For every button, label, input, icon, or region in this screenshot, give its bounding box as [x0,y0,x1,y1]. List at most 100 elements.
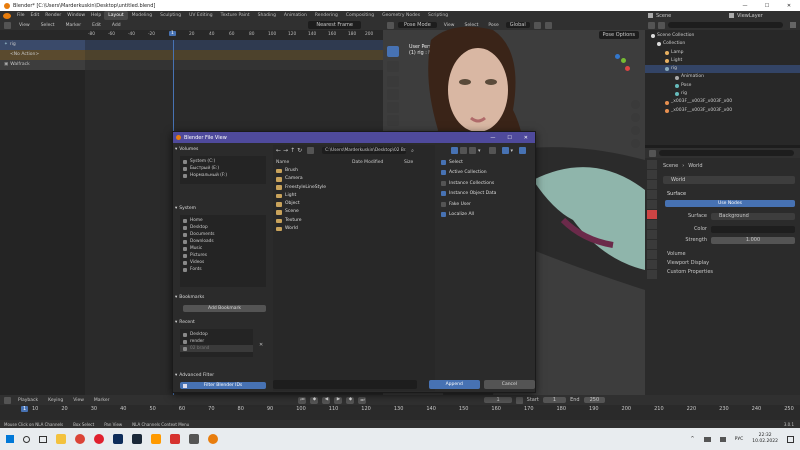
parent-dir-icon[interactable]: ↑ [290,147,295,154]
path-field[interactable]: C:\Users\Marderkuskin\Desktop\02 Bra... [322,147,407,154]
dialog-maximize-button[interactable]: ☐ [507,135,511,141]
volume-item[interactable]: Быстрый (E:) [180,165,266,172]
filename-input[interactable] [273,380,417,389]
menu-render[interactable]: Render [42,11,64,20]
outliner-item-pose[interactable]: Pose [645,82,800,90]
column-size[interactable]: Size [404,160,413,165]
editor-type-icon[interactable] [4,21,11,29]
timeline-menu-keying[interactable]: Keying [45,396,66,405]
outliner-item-mesh[interactable]: _x003F__x003F_x003F_x00 [645,98,800,106]
current-frame-field[interactable]: 1 [484,397,512,403]
orientation-dropdown[interactable]: Global [505,22,530,28]
start-frame-field[interactable]: 1 [542,397,567,403]
display-mode-icon[interactable] [658,21,665,29]
menu-file[interactable]: File [14,11,28,20]
recent-item[interactable]: render [180,338,253,345]
photoshop-icon[interactable] [113,434,123,444]
file-row[interactable]: Object [273,200,435,208]
properties-search[interactable] [659,150,794,156]
file-row[interactable]: Camera [273,175,435,183]
outliner-item-animation[interactable]: Animation [645,73,800,81]
explorer-icon[interactable] [56,434,66,444]
dialog-minimize-button[interactable]: — [490,135,495,141]
tab-uv-editing[interactable]: UV Editing [185,11,216,20]
close-button[interactable]: ✕ [778,3,800,9]
system-section-header[interactable]: ▾ System [175,204,269,213]
blender-taskbar-icon[interactable] [208,434,218,444]
append-button[interactable]: Append [428,380,480,389]
dialog-titlebar[interactable]: Blender File View — ☐ ✕ [173,132,535,143]
track-rig[interactable]: ✦ rig [0,40,85,50]
scale-tool-icon[interactable] [387,102,399,113]
notifications-icon[interactable] [787,435,794,443]
data-tab-icon[interactable] [647,260,657,269]
tab-compositing[interactable]: Compositing [342,11,378,20]
timeline-menu-playback[interactable]: Playback [15,396,41,405]
preview-range-icon[interactable] [515,396,523,404]
app-icon[interactable] [170,434,180,444]
viewport-menu-select[interactable]: Select [461,21,481,30]
checkbox[interactable] [441,212,446,218]
camera-view-icon[interactable] [631,126,640,135]
ortho-toggle-icon[interactable] [631,139,640,148]
viewport-display-panel-header[interactable]: Viewport Display [663,259,795,268]
minimize-button[interactable]: — [734,3,756,9]
forward-arrow-icon[interactable]: → [283,147,288,154]
volume-item[interactable]: System (C:) [180,158,266,165]
tab-sculpting[interactable]: Sculpting [156,11,185,20]
prev-key-button[interactable]: ◆ [310,396,319,404]
tab-scripting[interactable]: Scripting [424,11,452,20]
jump-start-button[interactable]: ⏮ [298,396,307,404]
nla-frame-ruler[interactable]: -80 -60 -40 -20 0 20 40 60 80 100 120 14… [85,30,383,40]
file-row[interactable]: Texture [273,217,435,225]
option-instance-collections[interactable]: Instance Collections [441,178,533,189]
thumbnails-icon[interactable] [469,147,476,154]
recent-item[interactable]: 02 brand [180,345,253,352]
physics-tab-icon[interactable] [647,240,657,249]
file-row[interactable]: Scene [273,208,435,216]
snap-icon[interactable] [533,21,541,29]
transform-tool-icon[interactable] [387,115,399,126]
dialog-close-button[interactable]: ✕ [524,135,528,141]
next-key-button[interactable]: ◆ [346,396,355,404]
system-item-documents[interactable]: Documents [180,231,266,238]
editor-type-icon[interactable] [4,396,11,404]
zoom-icon[interactable] [631,100,640,109]
system-item-videos[interactable]: Videos [180,259,266,266]
pan-icon[interactable] [631,113,640,122]
checkbox[interactable] [441,201,446,207]
outliner-item-collection[interactable]: Collection [645,40,800,48]
settings-gear-icon[interactable] [519,147,527,154]
use-nodes-button[interactable]: Use Nodes [665,200,795,207]
gizmo-y-axis[interactable] [621,58,626,63]
menu-help[interactable]: Help [88,11,104,20]
file-row[interactable]: World [273,225,435,233]
search-icon[interactable]: ⌕ [411,148,414,154]
nla-menu-select[interactable]: Select [38,21,58,30]
steam-icon[interactable] [132,434,142,444]
constraints-tab-icon[interactable] [647,250,657,259]
editor-type-icon[interactable] [387,21,394,29]
option-active-collection[interactable]: Active Collection [441,168,533,179]
track-walfrack[interactable]: ▣ Walfrack [0,60,85,70]
strength-field[interactable]: 1.000 [711,236,795,244]
tab-rendering[interactable]: Rendering [311,11,342,20]
chrome-icon[interactable] [75,434,85,444]
add-bookmark-button[interactable]: Add Bookmark [183,305,266,312]
timeline-current-frame[interactable]: 1 [21,406,29,412]
search-icon[interactable] [23,435,30,443]
end-frame-field[interactable]: 250 [583,397,606,403]
current-frame-marker[interactable]: 1 [169,31,176,36]
play-button[interactable]: ▶ [334,396,343,404]
new-folder-icon[interactable] [307,147,315,154]
custom-properties-panel-header[interactable]: Custom Properties [663,268,795,277]
tab-layout[interactable]: Layout [104,11,128,20]
nla-menu-view[interactable]: View [16,21,33,30]
timeline-area[interactable]: 1 10 20 30 40 50 60 70 80 90 100 110 120… [0,405,800,420]
volume-item[interactable]: Нормальный (F:) [180,172,266,179]
menu-window[interactable]: Window [64,11,88,20]
system-item-home[interactable]: Home [180,217,266,224]
proportional-icon[interactable] [544,21,552,29]
filter-dropdown-icon[interactable]: ▾ [511,148,514,154]
track-no-action[interactable]: <No Action> [0,50,85,60]
